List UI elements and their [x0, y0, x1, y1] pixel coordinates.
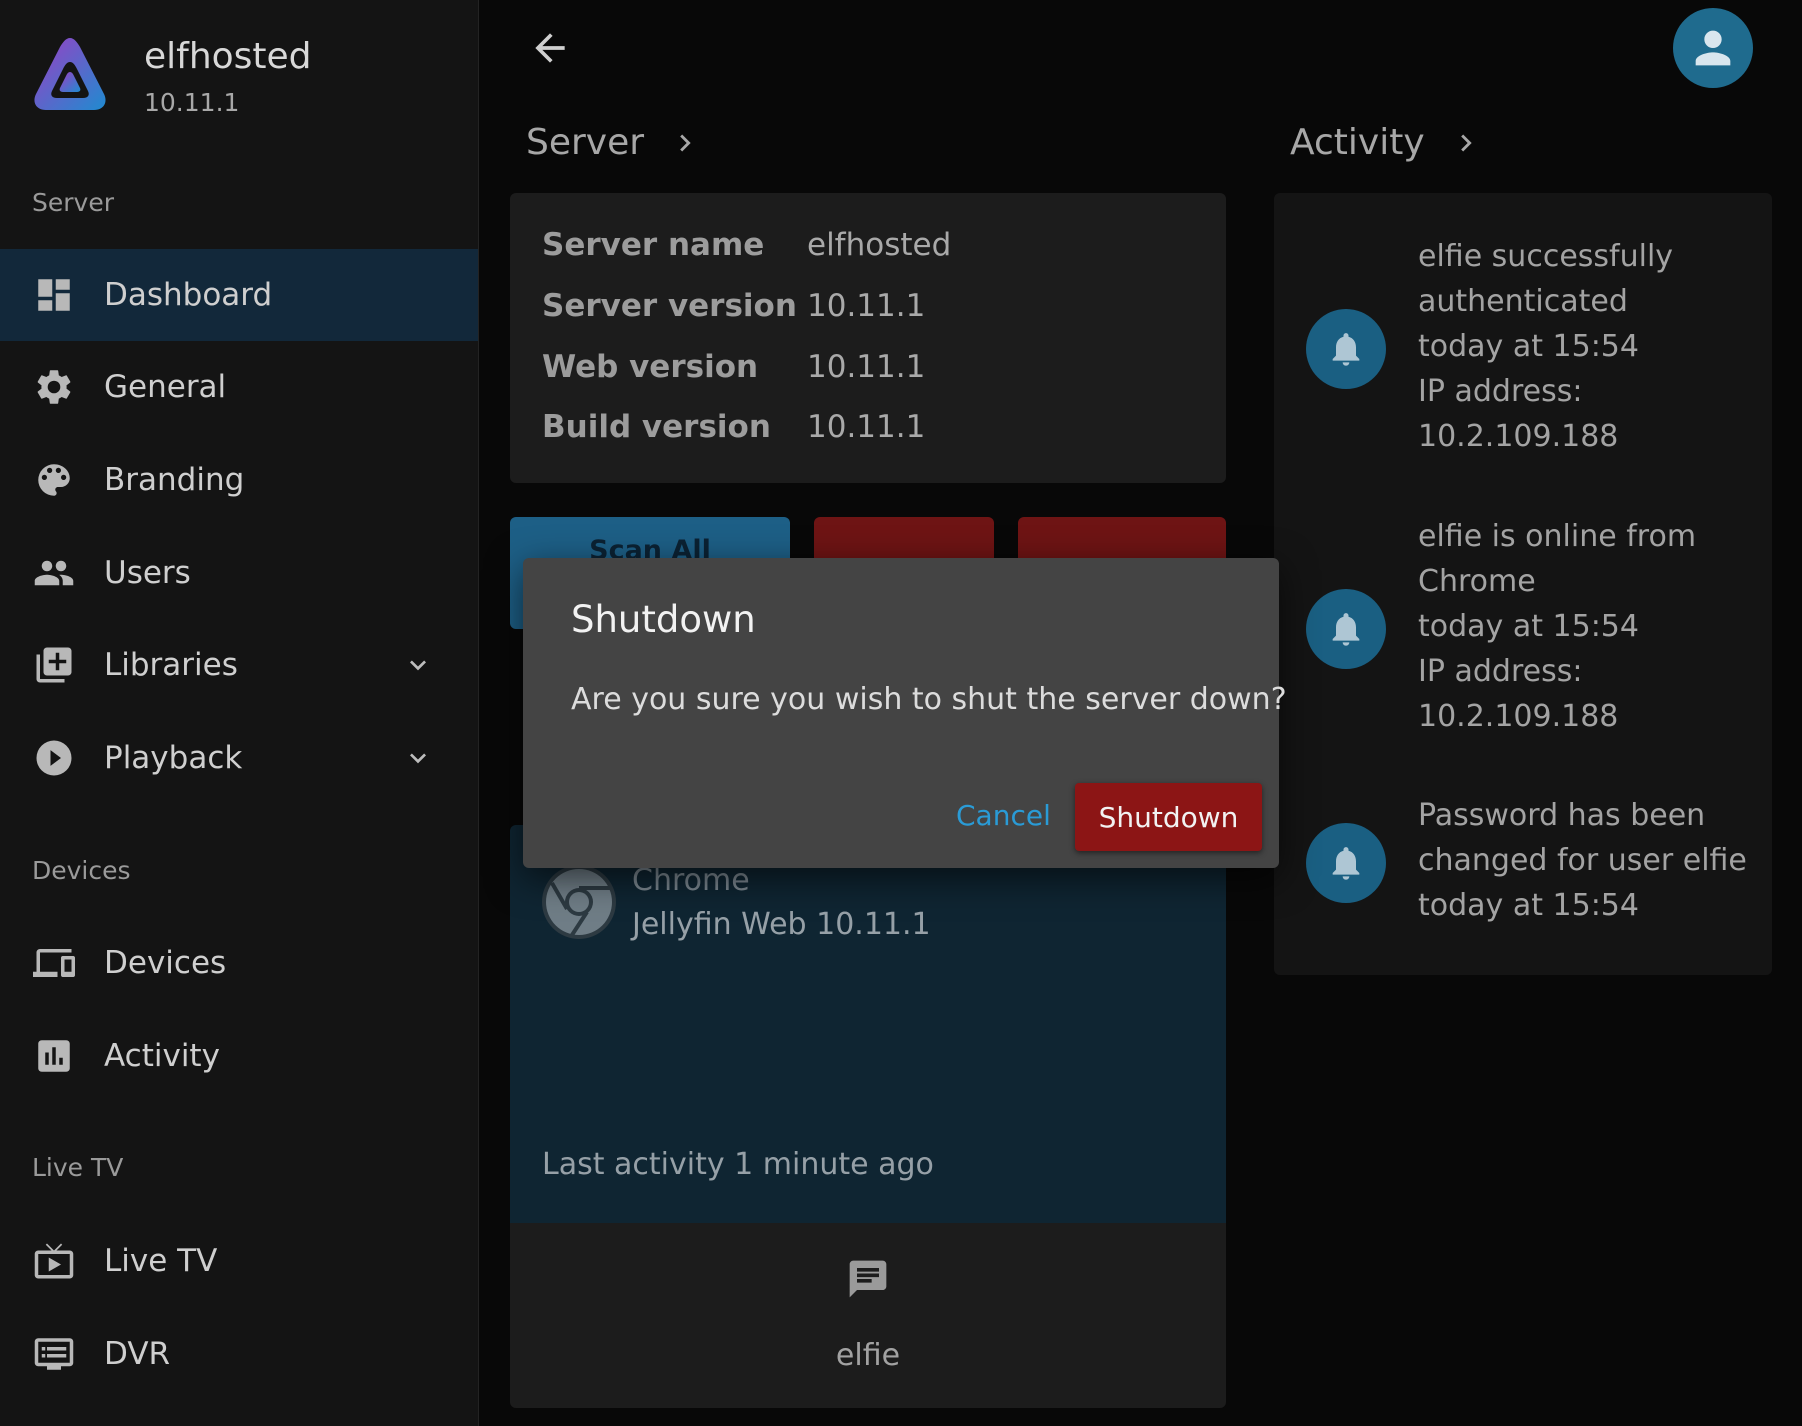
- cancel-button[interactable]: Cancel: [940, 781, 1067, 851]
- confirm-shutdown-button[interactable]: Shutdown: [1075, 783, 1262, 851]
- dialog-title: Shutdown: [571, 598, 756, 641]
- dialog-message: Are you sure you wish to shut the server…: [571, 682, 1287, 717]
